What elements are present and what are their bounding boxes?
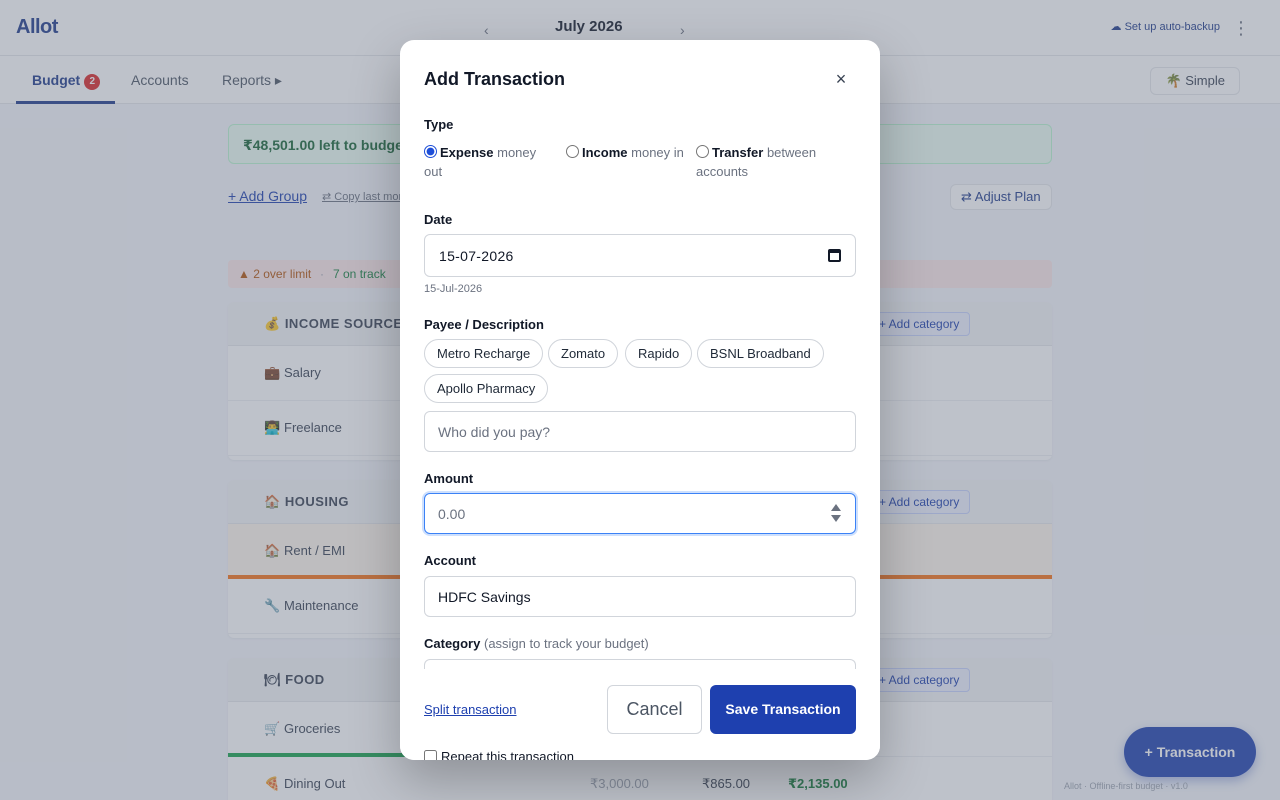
category-label: Category (assign to track your budget) <box>424 636 649 651</box>
payee-chip[interactable]: Metro Recharge <box>424 339 544 368</box>
category-hint: (assign to track your budget) <box>483 636 649 651</box>
repeat-transaction-option[interactable]: Repeat this transaction <box>424 749 574 760</box>
close-icon[interactable]: × <box>832 70 850 88</box>
date-field[interactable]: 15-07-2026 <box>424 234 856 277</box>
payee-chip[interactable]: BSNL Broadband <box>697 339 824 368</box>
save-transaction-button[interactable]: Save Transaction <box>710 685 856 734</box>
transfer-radio[interactable] <box>696 145 709 158</box>
repeat-checkbox[interactable] <box>424 750 437 760</box>
date-value: 15-07-2026 <box>439 248 514 264</box>
payee-chip[interactable]: Apollo Pharmacy <box>424 374 549 403</box>
expense-radio[interactable] <box>424 145 437 158</box>
payee-chip[interactable]: Zomato <box>548 339 619 368</box>
amount-input[interactable] <box>438 494 818 533</box>
amount-field[interactable] <box>424 493 856 534</box>
dialog-footer: Split transaction Cancel Save Transactio… <box>400 669 880 760</box>
type-option-expense[interactable]: Expense money out <box>424 143 549 181</box>
stepper-up-icon[interactable] <box>831 504 841 511</box>
cancel-button[interactable]: Cancel <box>607 685 702 734</box>
date-label: Date <box>424 212 453 227</box>
payee-field[interactable] <box>424 411 856 452</box>
account-select[interactable]: HDFC Savings <box>424 576 856 617</box>
date-hint: 15-Jul-2026 <box>424 283 483 295</box>
amount-label: Amount <box>424 471 474 486</box>
payee-input[interactable] <box>438 412 818 451</box>
payee-label: Payee / Description <box>424 317 544 332</box>
calendar-icon[interactable] <box>828 249 841 262</box>
account-label: Account <box>424 553 476 568</box>
account-value: HDFC Savings <box>438 589 531 605</box>
split-transaction-link[interactable]: Split transaction <box>424 702 517 717</box>
type-option-income[interactable]: Income money in <box>566 143 684 162</box>
repeat-label: Repeat this transaction <box>441 749 574 760</box>
dialog-title: Add Transaction <box>424 69 566 89</box>
income-radio[interactable] <box>566 145 579 158</box>
type-label: Type <box>424 117 454 132</box>
stepper-down-icon[interactable] <box>831 515 841 522</box>
amount-stepper[interactable] <box>831 504 841 524</box>
add-transaction-dialog: Add Transaction × Type Expense money out… <box>400 40 880 760</box>
payee-chip[interactable]: Rapido <box>625 339 693 368</box>
type-option-transfer[interactable]: Transfer between accounts <box>696 143 836 181</box>
